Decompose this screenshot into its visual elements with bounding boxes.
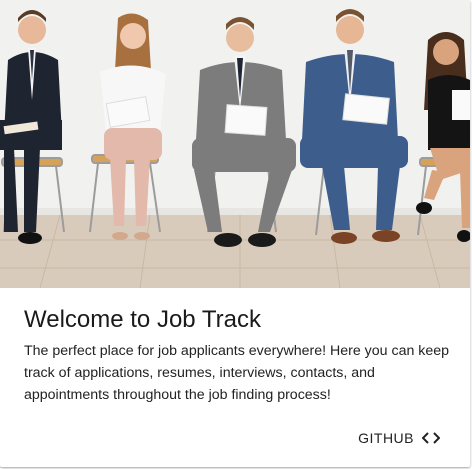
welcome-card: Welcome to Job Track The perfect place f… [0, 0, 470, 467]
github-label: GITHUB [358, 430, 414, 446]
card-title: Welcome to Job Track [24, 306, 261, 333]
hero-image [0, 0, 470, 288]
github-link[interactable]: GITHUB [358, 430, 440, 446]
card-content: Welcome to Job Track The perfect place f… [24, 306, 454, 406]
code-icon [422, 432, 440, 444]
card-description: The perfect place for job applicants eve… [24, 343, 450, 403]
